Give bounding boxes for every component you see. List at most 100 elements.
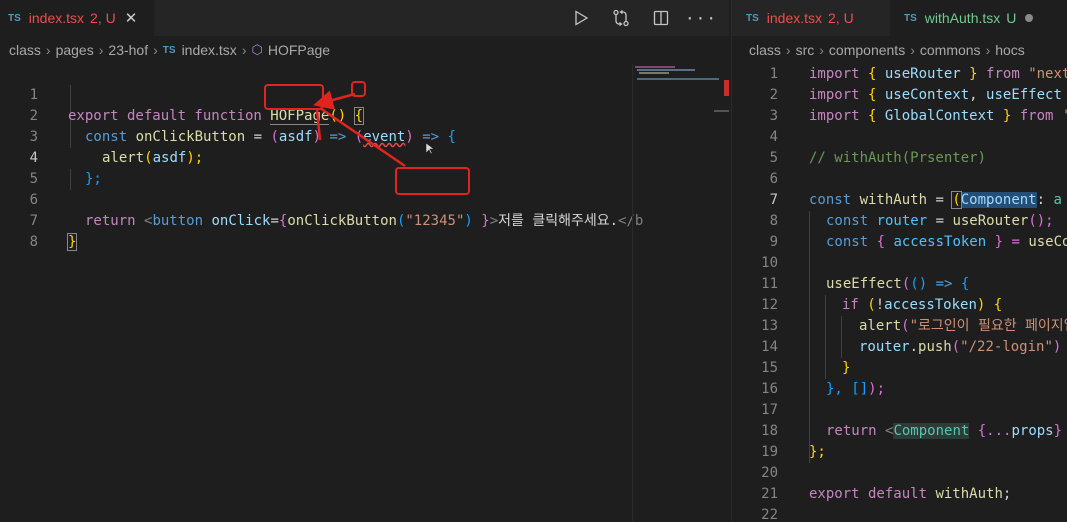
token: = [927,213,953,229]
line-number: 15 [761,360,778,376]
token: } [960,66,987,82]
token: () [910,276,936,292]
breadcrumb-item[interactable]: src [796,42,815,58]
typescript-icon: TS [746,12,759,24]
token: "/22-login" [960,339,1053,355]
token: , [969,87,987,103]
tab-withauth-tsx[interactable]: TS withAuth.tsx U [890,0,1067,36]
line-number: 13 [761,318,778,334]
unsaved-dot-icon[interactable] [1025,14,1034,22]
token: import [809,87,869,103]
left-editor-group: TS index.tsx 2, U ✕ ··· class › pages › … [0,0,729,522]
breadcrumb: class › src › components › commons › hoc… [732,37,1067,63]
token: accessToken [893,234,987,250]
breadcrumb-item[interactable]: class [749,42,781,58]
line-number: 2 [769,87,778,103]
breadcrumb-item[interactable]: hocs [995,42,1025,58]
token: import [809,108,869,124]
token: { [868,87,885,103]
chevron-right-icon: › [785,42,791,58]
line-number: 19 [761,444,778,460]
tab-status: U [1006,10,1017,26]
token: [] [851,381,869,397]
token: ) [1052,339,1062,355]
token: { [868,108,885,124]
token: ' [1062,108,1067,124]
token: withAuth [935,486,1003,502]
token: }, [826,381,852,397]
token: ); [868,381,886,397]
token: Component [960,192,1037,208]
chevron-right-icon: › [910,42,915,58]
chevron-right-icon: › [985,42,991,58]
token: const [826,213,877,229]
line-number: 14 [761,339,778,355]
token: import [809,66,869,82]
token: useRouter [952,213,1029,229]
code-editor[interactable]: 1 import { useRouter } from "next 2 import… [732,64,1067,522]
line-number: 3 [769,108,778,124]
line-number: 1 [769,66,778,82]
token: } [1053,423,1063,439]
token: => [935,276,953,292]
token: return [826,423,886,439]
token: ( [867,297,876,313]
line-number: 22 [761,507,778,522]
token: a [1053,192,1062,208]
token: } [842,360,851,376]
token: = [927,192,953,208]
token: router [876,213,928,229]
token: accessToken [884,297,977,313]
line-number: 6 [769,171,778,187]
line-number: 9 [769,234,778,250]
token: // withAuth(Prsenter) [809,150,987,166]
tab-filename: index.tsx [766,10,823,26]
token: useCo [1028,234,1067,250]
line-number: 7 [769,192,778,208]
annotation-arrows [313,90,435,168]
mouse-cursor-icon [425,142,435,155]
line-number: 17 [761,402,778,418]
token: {... [977,423,1012,439]
token: { [952,276,970,292]
typescript-icon: TS [904,12,917,24]
line-number: 18 [761,423,778,439]
token: } = [986,234,1029,250]
token: } [994,108,1020,124]
line-number: 20 [761,465,778,481]
line-number: 10 [761,255,778,271]
token: ( [951,191,962,209]
tab-filename: withAuth.tsx [924,10,1001,26]
tab-index-tsx[interactable]: TS index.tsx 2, U [732,0,896,36]
tab-status: 2, U [828,10,854,26]
token: ; [1002,486,1012,502]
token: useRouter [884,66,961,82]
token: }; [809,444,826,460]
token: useEffect [986,87,1062,103]
line-number: 16 [761,381,778,397]
token: const [809,192,860,208]
token: from [1019,108,1062,124]
breadcrumb-item[interactable]: components [829,42,905,58]
right-tab-bar: TS index.tsx 2, U TS withAuth.tsx U [732,0,1067,36]
token: useEffect [826,276,902,292]
token: "로그인이 필요한 페이지입 [909,318,1067,334]
token: Component [893,423,970,439]
token: . [909,339,919,355]
token: push [918,339,952,355]
token: from [986,66,1029,82]
token: useContext [884,87,970,103]
token: const [826,234,877,250]
token: { [868,66,885,82]
token: ! [875,297,885,313]
token: alert [859,318,902,334]
breadcrumb-item[interactable]: commons [920,42,981,58]
token: if [842,297,868,313]
line-number: 11 [761,276,778,292]
line-number: 21 [761,486,778,502]
token: (); [1028,213,1054,229]
chevron-right-icon: › [819,42,824,58]
token: ) [976,297,994,313]
token: withAuth [859,192,928,208]
